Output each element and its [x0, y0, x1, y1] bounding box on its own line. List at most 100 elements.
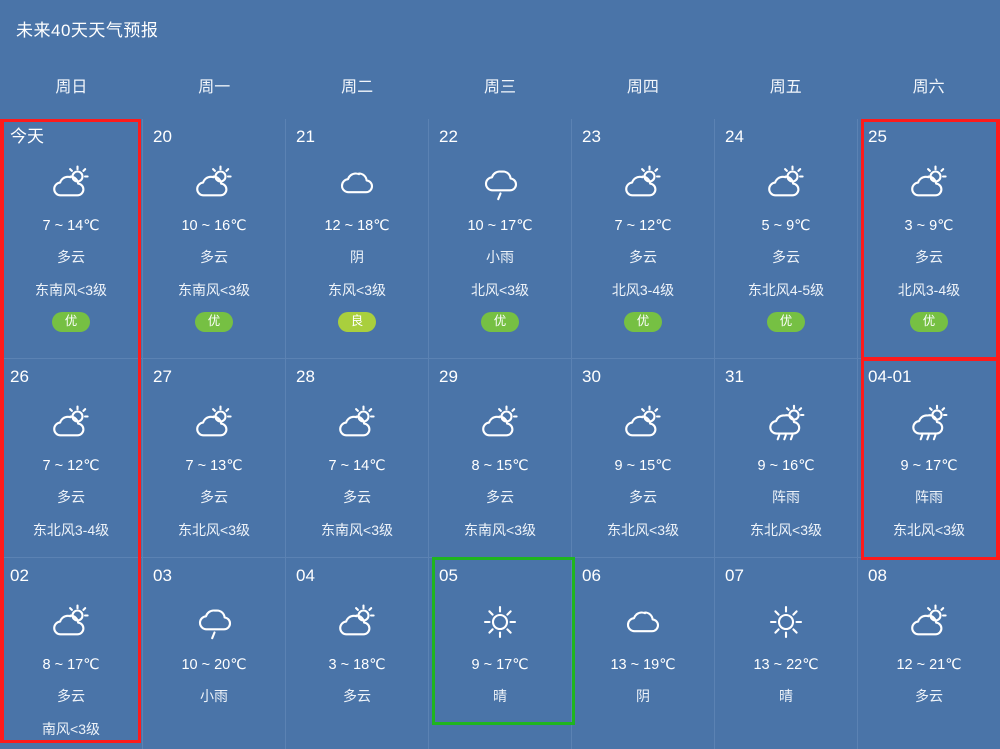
weather-condition-label: 多云 [57, 249, 85, 265]
shower-icon [763, 404, 809, 442]
forecast-day-cell[interactable]: 22 10 ~ 17℃ 小雨 北风<3级优 [429, 119, 572, 359]
partly-cloudy-icon [334, 603, 380, 641]
weekday-label-tue: 周二 [341, 79, 374, 96]
forecast-day-cell[interactable]: 04-01 9 ~ 17℃ 阵雨 东北风<3级 [858, 359, 1000, 558]
weather-condition-label: 多云 [343, 688, 371, 704]
weather-condition-label: 小雨 [486, 249, 514, 265]
day-label: 29 [439, 367, 458, 386]
weather-condition-label: 晴 [493, 688, 507, 704]
day-label: 26 [10, 367, 29, 386]
weather-condition-label: 阴 [350, 249, 364, 265]
forecast-week-row: 今天 7 ~ 14℃ 多云 东南风<3级优 20 10 ~ 16℃ 多云 东南风<3级优 2… [0, 119, 1000, 359]
weekday-label-fri: 周五 [769, 79, 802, 96]
wind-label: 东南风<3级 [464, 522, 536, 538]
air-quality-badge: 优 [194, 312, 234, 332]
forecast-day-cell[interactable]: 21 12 ~ 18℃ 阴东风<3级良 [286, 119, 429, 359]
forecast-day-cell[interactable]: 23 7 ~ 12℃ 多云 北风3-4级优 [572, 119, 715, 359]
temperature-range: 12 ~ 18℃ [324, 218, 390, 234]
temperature-range: 10 ~ 16℃ [181, 218, 247, 234]
temperature-range: 10 ~ 20℃ [181, 657, 247, 673]
air-quality-badge: 优 [480, 312, 520, 332]
weekday-label-mon: 周一 [198, 79, 231, 96]
forecast-day-cell[interactable]: 04 3 ~ 18℃ 多云 [286, 558, 429, 749]
temperature-range: 5 ~ 9℃ [761, 218, 811, 234]
wind-label: 东北风<3级 [607, 522, 679, 538]
day-label: 06 [582, 566, 601, 585]
weekday-label-sun: 周日 [55, 79, 88, 96]
forecast-day-cell[interactable]: 05 9 ~ 17℃ 晴 [429, 558, 572, 749]
temperature-range: 12 ~ 21℃ [896, 657, 962, 673]
forecast-day-cell[interactable]: 今天 7 ~ 14℃ 多云 东南风<3级优 [0, 119, 143, 359]
weather-condition-label: 多云 [915, 688, 943, 704]
forecast-day-cell[interactable]: 31 9 ~ 16℃ 阵雨 东北风<3级 [715, 359, 858, 558]
wind-label: 东南风<3级 [178, 282, 250, 298]
temperature-range: 7 ~ 14℃ [42, 218, 100, 234]
forecast-day-cell[interactable]: 27 7 ~ 13℃ 多云 东北风<3级 [143, 359, 286, 558]
partly-cloudy-icon [763, 164, 809, 202]
partly-cloudy-icon [48, 164, 94, 202]
temperature-range: 7 ~ 12℃ [614, 218, 672, 234]
shower-icon [906, 404, 952, 442]
light-rain-icon [191, 603, 237, 641]
temperature-range: 7 ~ 14℃ [328, 458, 386, 474]
wind-label: 东北风<3级 [893, 522, 965, 538]
forecast-day-cell[interactable]: 02 8 ~ 17℃ 多云 南风<3级 [0, 558, 143, 749]
forecast-day-cell[interactable]: 20 10 ~ 16℃ 多云 东南风<3级优 [143, 119, 286, 359]
temperature-range: 13 ~ 22℃ [753, 657, 819, 673]
day-label: 22 [439, 127, 458, 146]
cloudy-icon [620, 603, 666, 641]
day-label: 04 [296, 566, 315, 585]
partly-cloudy-icon [477, 404, 523, 442]
day-label: 24 [725, 127, 744, 146]
forecast-day-cell[interactable]: 08 12 ~ 21℃ 多云 [858, 558, 1000, 749]
temperature-range: 8 ~ 15℃ [471, 458, 529, 474]
forecast-day-cell[interactable]: 25 3 ~ 9℃ 多云 北风3-4级优 [858, 119, 1000, 359]
partly-cloudy-icon [334, 404, 380, 442]
air-quality-badge: 优 [909, 312, 949, 332]
forecast-day-cell[interactable]: 26 7 ~ 12℃ 多云东北风3-4级 [0, 359, 143, 558]
wind-label: 东北风<3级 [750, 522, 822, 538]
forecast-day-cell[interactable]: 24 5 ~ 9℃ 多云 东北风4-5级优 [715, 119, 858, 359]
cloudy-icon [334, 164, 380, 202]
forecast-day-cell[interactable]: 07 13 ~ 22℃ 晴 [715, 558, 858, 749]
day-label: 30 [582, 367, 601, 386]
weather-condition-label: 多云 [772, 249, 800, 265]
air-quality-badge: 优 [51, 312, 91, 332]
light-rain-icon [477, 164, 523, 202]
forecast-calendar-grid: 今天 7 ~ 14℃ 多云 东南风<3级优 20 10 ~ 16℃ 多云 东南风<3级优 2… [0, 119, 1000, 749]
wind-label: 东北风<3级 [178, 522, 250, 538]
forecast-week-row: 26 7 ~ 12℃ 多云 东北风3-4级 27 7 ~ 13℃ 多云 东北风<3级 28 [0, 359, 1000, 558]
temperature-range: 3 ~ 9℃ [904, 218, 954, 234]
forecast-day-cell[interactable]: 30 9 ~ 15℃ 多云东北风<3级 [572, 359, 715, 558]
weather-condition-label: 多云 [57, 688, 85, 704]
weather-condition-label: 小雨 [200, 688, 228, 704]
forecast-day-cell[interactable]: 03 10 ~ 20℃ 小雨 [143, 558, 286, 749]
weather-condition-label: 晴 [779, 688, 793, 704]
temperature-range: 9 ~ 15℃ [614, 458, 672, 474]
day-label: 05 [439, 566, 458, 585]
weather-condition-label: 多云 [486, 489, 514, 505]
day-label: 25 [868, 127, 887, 146]
weather-condition-label: 阴 [636, 688, 650, 704]
wind-label: 东北风3-4级 [32, 522, 110, 538]
temperature-range: 7 ~ 12℃ [42, 458, 100, 474]
day-label: 03 [153, 566, 172, 585]
weekday-label-wed: 周三 [484, 79, 517, 96]
wind-label: 北风3-4级 [897, 282, 961, 298]
day-label: 23 [582, 127, 601, 146]
weather-condition-label: 多云 [629, 489, 657, 505]
forecast-day-cell[interactable]: 29 8 ~ 15℃ 多云东南风<3级 [429, 359, 572, 558]
forecast-day-cell[interactable]: 28 7 ~ 14℃ 多云 东南风<3级 [286, 359, 429, 558]
day-label: 02 [10, 566, 29, 585]
weather-condition-label: 阵雨 [772, 489, 800, 505]
weather-condition-label: 多云 [629, 249, 657, 265]
sunny-icon [477, 603, 523, 641]
weather-condition-label: 多云 [200, 249, 228, 265]
partly-cloudy-icon [191, 404, 237, 442]
weather-condition-label: 多云 [57, 489, 85, 505]
partly-cloudy-icon [906, 603, 952, 641]
forecast-day-cell[interactable]: 06 13 ~ 19℃ 阴 [572, 558, 715, 749]
air-quality-badge: 优 [623, 312, 663, 332]
wind-label: 东风<3级 [328, 282, 386, 298]
temperature-range: 8 ~ 17℃ [42, 657, 100, 673]
